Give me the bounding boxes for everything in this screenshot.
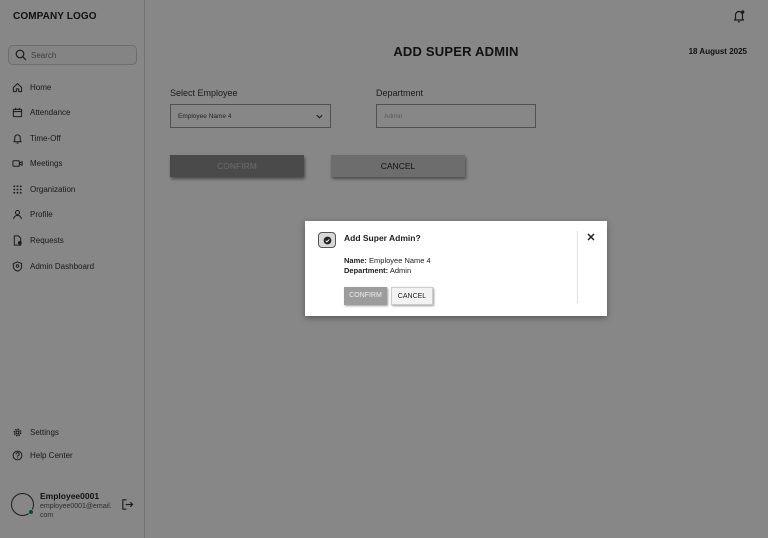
close-icon[interactable] <box>586 232 596 242</box>
dialog-name-row: Name: Employee Name 4 <box>344 256 431 265</box>
dialog-department-row: Department: Admin <box>344 266 411 275</box>
dialog-department-key: Department: <box>344 266 389 275</box>
dialog-divider <box>577 231 578 303</box>
dialog-name-value: Employee Name 4 <box>369 256 431 265</box>
dialog-confirm-button[interactable]: CONFIRM <box>344 287 387 305</box>
dialog-department-value: Admin <box>389 266 412 275</box>
check-badge-icon <box>318 232 336 248</box>
dialog-cancel-button[interactable]: CANCEL <box>391 287 433 305</box>
dialog-title: Add Super Admin? <box>344 233 421 243</box>
dialog-name-key: Name: <box>344 256 367 265</box>
confirm-dialog: Add Super Admin? Name: Employee Name 4 D… <box>305 221 607 316</box>
